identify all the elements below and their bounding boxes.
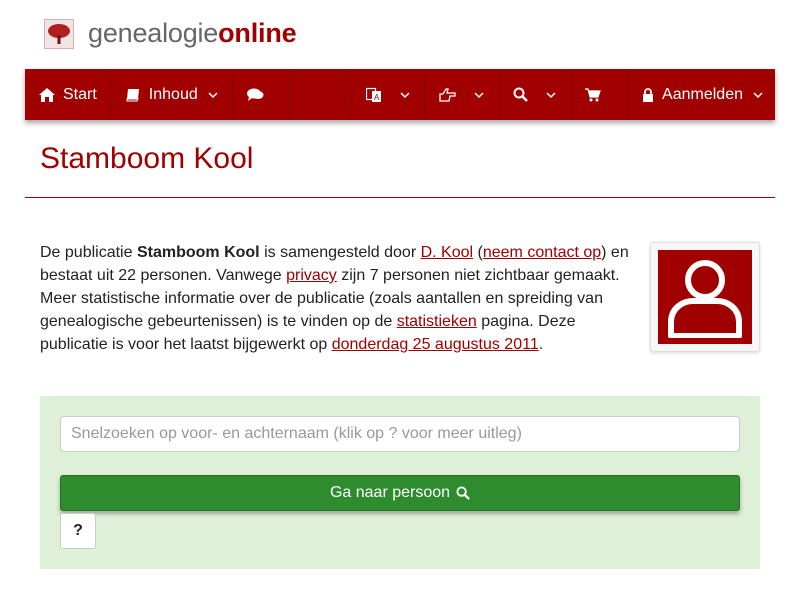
hand-point-icon xyxy=(439,87,456,102)
chevron-down-icon xyxy=(208,91,218,98)
nav-search[interactable] xyxy=(499,69,572,120)
chevron-down-icon xyxy=(474,91,484,98)
nav-start-label: Start xyxy=(63,85,97,103)
language-icon: A xyxy=(366,87,382,103)
search-icon xyxy=(513,87,528,102)
home-icon xyxy=(39,87,55,102)
tree-icon xyxy=(44,18,74,49)
site-logo[interactable]: genealogieonline xyxy=(44,18,297,49)
chevron-down-icon xyxy=(546,91,556,98)
quick-search-input[interactable] xyxy=(60,416,740,452)
nav-language[interactable]: A xyxy=(352,69,426,120)
quick-search-panel: Ga naar persoon ? xyxy=(40,396,760,569)
cart-icon xyxy=(585,87,601,102)
logo-text: genealogieonline xyxy=(88,18,297,48)
intro-text: is samengesteld door xyxy=(259,244,421,261)
nav-forum[interactable] xyxy=(233,69,289,120)
title-divider xyxy=(25,197,775,198)
svg-text:A: A xyxy=(374,93,380,102)
nav-start[interactable]: Start xyxy=(25,69,112,120)
nav-inhoud-label: Inhoud xyxy=(148,85,198,103)
statistics-link[interactable]: statistieken xyxy=(397,313,477,330)
author-avatar-frame xyxy=(650,242,760,352)
last-updated-link[interactable]: donderdag 25 augustus 2011 xyxy=(332,336,539,353)
book-icon xyxy=(126,88,141,102)
intro-text: ( xyxy=(473,244,483,261)
chevron-down-icon xyxy=(400,91,410,98)
author-link[interactable]: D. Kool xyxy=(421,244,473,261)
intro-text: De publicatie xyxy=(40,244,137,261)
nav-login[interactable]: Aanmelden xyxy=(628,69,775,120)
go-to-person-button[interactable]: Ga naar persoon xyxy=(60,475,740,511)
chevron-down-icon xyxy=(753,91,763,98)
main-navbar: Start Inhoud A Aanmelden xyxy=(25,69,775,120)
lock-icon xyxy=(642,87,654,102)
privacy-link[interactable]: privacy xyxy=(286,267,337,284)
nav-cart[interactable] xyxy=(571,69,629,120)
nav-inhoud[interactable]: Inhoud xyxy=(112,69,233,120)
contact-link[interactable]: neem contact op xyxy=(483,244,601,261)
comments-icon xyxy=(246,88,264,101)
search-icon xyxy=(456,486,470,500)
nav-spacer xyxy=(289,69,353,120)
nav-actions[interactable] xyxy=(425,69,500,120)
search-help-button[interactable]: ? xyxy=(60,513,96,549)
publication-intro: De publicatie Stamboom Kool is samengest… xyxy=(40,241,636,356)
publication-name: Stamboom Kool xyxy=(136,244,260,261)
go-to-person-label: Ga naar persoon xyxy=(329,484,451,501)
page-title: Stamboom Kool xyxy=(40,142,254,175)
intro-text: . xyxy=(538,336,544,353)
nav-login-label: Aanmelden xyxy=(662,85,743,103)
user-avatar-icon xyxy=(658,250,752,344)
